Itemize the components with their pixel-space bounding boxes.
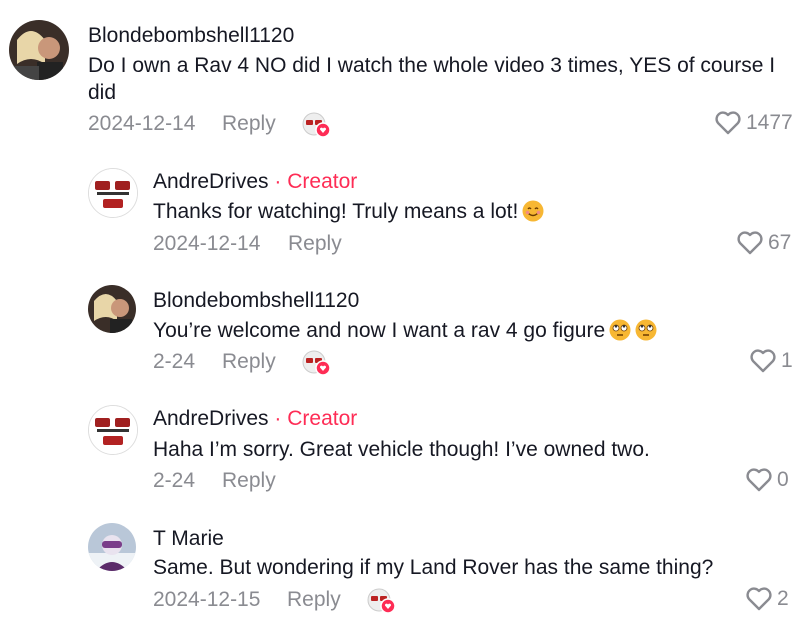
- separator: ·: [274, 170, 282, 193]
- comment-text: Do I own a Rav 4 NO did I watch the whol…: [88, 54, 776, 104]
- reply-button[interactable]: Reply: [222, 469, 276, 493]
- comment-date: 2-24: [153, 469, 196, 492]
- like-button[interactable]: 2: [745, 586, 789, 612]
- comment-text: You’re welcome and now I want a rav 4 go…: [153, 317, 657, 344]
- username[interactable]: T Marie: [153, 527, 224, 551]
- comment-text: Thanks for watching! Truly means a lot!: [153, 198, 544, 225]
- avatar[interactable]: [88, 168, 138, 218]
- creator-liked-icon: [302, 112, 332, 138]
- eye-roll-face-icon: [609, 319, 631, 341]
- avatar[interactable]: [88, 523, 136, 571]
- like-button[interactable]: 0: [745, 467, 789, 493]
- username-link[interactable]: AndreDrives: [153, 407, 269, 430]
- comment-date: 2024-12-14: [153, 232, 261, 255]
- avatar[interactable]: [9, 20, 69, 80]
- username[interactable]: Blondebombshell1120: [153, 289, 359, 313]
- comment-date: 2024-12-15: [153, 588, 261, 611]
- reply-button[interactable]: Reply: [222, 112, 276, 136]
- heart-icon: [750, 349, 776, 373]
- comment-text: Same. But wondering if my Land Rover has…: [153, 556, 714, 579]
- like-button[interactable]: 1: [749, 348, 792, 374]
- eye-roll-face-icon: [635, 319, 657, 341]
- comment-text-body: You’re welcome and now I want a rav 4 go…: [153, 319, 606, 342]
- like-count: 2: [777, 587, 789, 610]
- like-count: 1477: [746, 111, 792, 134]
- comment-date: 2024-12-14: [88, 112, 196, 135]
- separator: ·: [274, 407, 282, 430]
- comment-date: 2-24: [153, 350, 196, 373]
- username[interactable]: Blondebombshell1120: [88, 24, 294, 48]
- like-count: 0: [777, 468, 789, 491]
- comment-text-body: Thanks for watching! Truly means a lot!: [153, 200, 519, 223]
- avatar[interactable]: [88, 285, 136, 333]
- heart-icon: [746, 587, 772, 611]
- creator-liked-icon: [302, 350, 332, 376]
- heart-icon: [737, 231, 763, 255]
- like-button[interactable]: 67: [736, 230, 791, 256]
- reply-button[interactable]: Reply: [222, 350, 276, 374]
- creator-badge: Creator: [287, 170, 358, 193]
- creator-badge: Creator: [287, 407, 358, 430]
- like-count: 1: [781, 349, 792, 372]
- creator-liked-icon: [367, 588, 397, 614]
- username-link[interactable]: AndreDrives: [153, 170, 269, 193]
- comment-text: Haha I’m sorry. Great vehicle though! I’…: [153, 438, 650, 461]
- heart-icon: [746, 468, 772, 492]
- avatar[interactable]: [88, 405, 138, 455]
- like-button[interactable]: 1477: [714, 110, 792, 136]
- username: AndreDrives · Creator: [153, 407, 357, 431]
- heart-icon: [715, 111, 741, 135]
- like-count: 67: [768, 231, 792, 254]
- reply-button[interactable]: Reply: [288, 232, 342, 256]
- smiling-face-icon: [522, 200, 544, 222]
- username: AndreDrives · Creator: [153, 170, 357, 194]
- reply-button[interactable]: Reply: [287, 588, 341, 612]
